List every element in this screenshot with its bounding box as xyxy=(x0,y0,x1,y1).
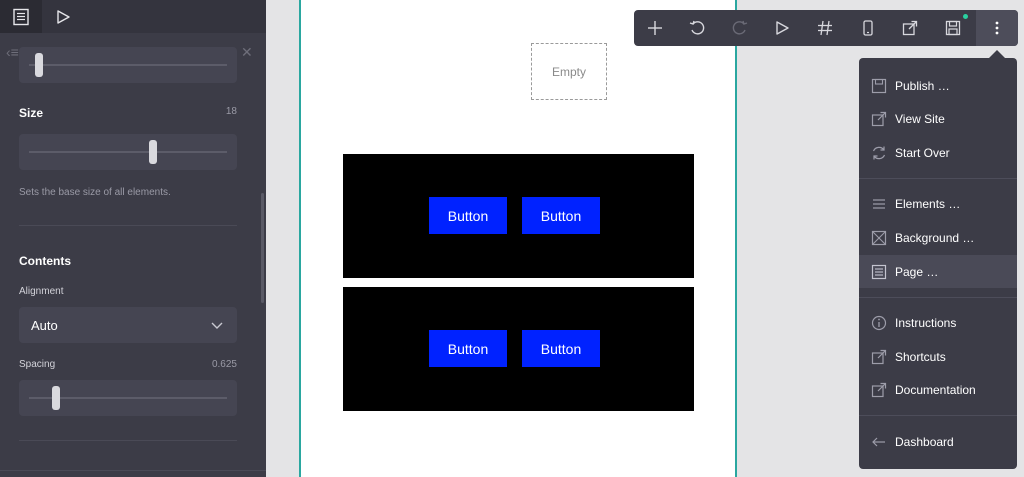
external-link-icon xyxy=(871,349,887,365)
menu-item-label: Instructions xyxy=(895,315,957,330)
size-help-text: Sets the base size of all elements. xyxy=(19,187,171,198)
preview-button[interactable] xyxy=(761,10,803,46)
mobile-preview-button[interactable] xyxy=(847,10,889,46)
menu-item-shortcuts[interactable]: Shortcuts xyxy=(859,340,1017,373)
document-icon xyxy=(13,8,29,25)
add-button[interactable] xyxy=(634,10,676,46)
size-value: 18 xyxy=(225,106,237,117)
menu-item-publish[interactable]: Publish … xyxy=(859,69,1017,102)
button[interactable]: Button xyxy=(429,197,507,234)
menu-item-background[interactable]: Background … xyxy=(859,221,1017,254)
top-toolbar xyxy=(634,10,1018,46)
external-link-icon xyxy=(902,20,918,36)
slider-thumb[interactable] xyxy=(34,53,43,77)
slider-thumb[interactable] xyxy=(148,140,157,164)
empty-placeholder[interactable]: Empty xyxy=(531,43,607,100)
menu-item-label: View Site xyxy=(895,111,945,126)
menu-item-label: Publish … xyxy=(895,78,950,93)
more-menu: Publish … View Site Start Over Elements … xyxy=(859,58,1017,469)
menu-item-view-site[interactable]: View Site xyxy=(859,102,1017,135)
tab-preview[interactable] xyxy=(42,0,84,33)
editor-panel: ‹≡ ‹ › ✕ Size 18 Sets the base size of a… xyxy=(0,0,266,477)
spacing-label: Spacing xyxy=(19,359,56,370)
redo-button[interactable] xyxy=(719,10,761,46)
info-icon xyxy=(871,315,887,331)
menu-item-label: Elements … xyxy=(895,196,961,211)
more-button[interactable] xyxy=(976,10,1018,46)
menu-caret xyxy=(989,50,1005,58)
add-icon xyxy=(648,21,662,35)
panel-scrollbar[interactable] xyxy=(261,193,264,303)
page-canvas: Empty Button Button Button Button xyxy=(299,0,737,477)
menu-item-documentation[interactable]: Documentation xyxy=(859,373,1017,406)
redo-icon xyxy=(732,20,748,35)
close-icon[interactable]: ✕ xyxy=(241,44,253,61)
refresh-icon xyxy=(872,146,886,160)
divider xyxy=(0,470,266,471)
play-icon xyxy=(57,9,70,24)
alignment-value: Auto xyxy=(31,318,58,333)
button[interactable]: Button xyxy=(522,197,600,234)
button[interactable]: Button xyxy=(522,330,600,367)
alignment-label: Alignment xyxy=(19,286,64,297)
menu-icon[interactable]: ‹≡ xyxy=(6,44,19,60)
external-link-icon xyxy=(871,382,887,398)
contents-heading: Contents xyxy=(19,254,71,268)
menu-item-label: Shortcuts xyxy=(895,349,946,364)
undo-icon xyxy=(689,20,705,35)
unsaved-badge xyxy=(963,14,968,19)
menu-separator xyxy=(859,178,1017,179)
chevron-down-icon xyxy=(211,322,223,329)
menu-item-label: Documentation xyxy=(895,382,976,397)
divider xyxy=(19,440,237,441)
menu-item-page[interactable]: Page … xyxy=(859,255,1017,288)
save-icon xyxy=(871,78,887,94)
menu-item-label: Dashboard xyxy=(895,434,954,449)
menu-item-start-over[interactable]: Start Over xyxy=(859,136,1017,169)
document-icon xyxy=(871,264,887,280)
size-slider[interactable] xyxy=(19,134,237,170)
save-button[interactable] xyxy=(932,10,974,46)
undo-button[interactable] xyxy=(676,10,718,46)
tab-page[interactable] xyxy=(0,0,42,33)
slider-thumb[interactable] xyxy=(51,386,60,410)
slider-track xyxy=(29,151,227,153)
button[interactable]: Button xyxy=(429,330,507,367)
divider xyxy=(19,225,237,226)
spacing-value: 0.625 xyxy=(211,359,237,370)
menu-item-label: Page … xyxy=(895,264,939,279)
list-icon xyxy=(873,199,885,209)
play-icon xyxy=(776,21,789,35)
button-block[interactable]: Button Button xyxy=(343,287,694,411)
top-slider[interactable] xyxy=(19,47,237,83)
menu-separator xyxy=(859,415,1017,416)
panel-tabs xyxy=(0,0,266,33)
external-link-icon xyxy=(871,111,887,127)
button-block[interactable]: Button Button xyxy=(343,154,694,278)
hash-icon xyxy=(818,20,832,36)
menu-item-label: Start Over xyxy=(895,145,950,160)
save-icon xyxy=(945,20,961,36)
alignment-select[interactable]: Auto xyxy=(19,307,237,343)
menu-item-instructions[interactable]: Instructions xyxy=(859,306,1017,339)
slider-track xyxy=(29,64,227,66)
menu-item-elements[interactable]: Elements … xyxy=(859,187,1017,220)
image-icon xyxy=(871,230,887,246)
menu-item-dashboard[interactable]: Dashboard xyxy=(859,425,1017,458)
arrow-left-icon xyxy=(872,437,885,447)
menu-separator xyxy=(859,297,1017,298)
mobile-icon xyxy=(863,20,873,36)
more-icon xyxy=(995,21,999,35)
menu-item-label: Background … xyxy=(895,230,975,245)
view-site-button[interactable] xyxy=(889,10,931,46)
hash-button[interactable] xyxy=(804,10,846,46)
size-label: Size xyxy=(19,106,44,120)
spacing-slider[interactable] xyxy=(19,380,237,416)
